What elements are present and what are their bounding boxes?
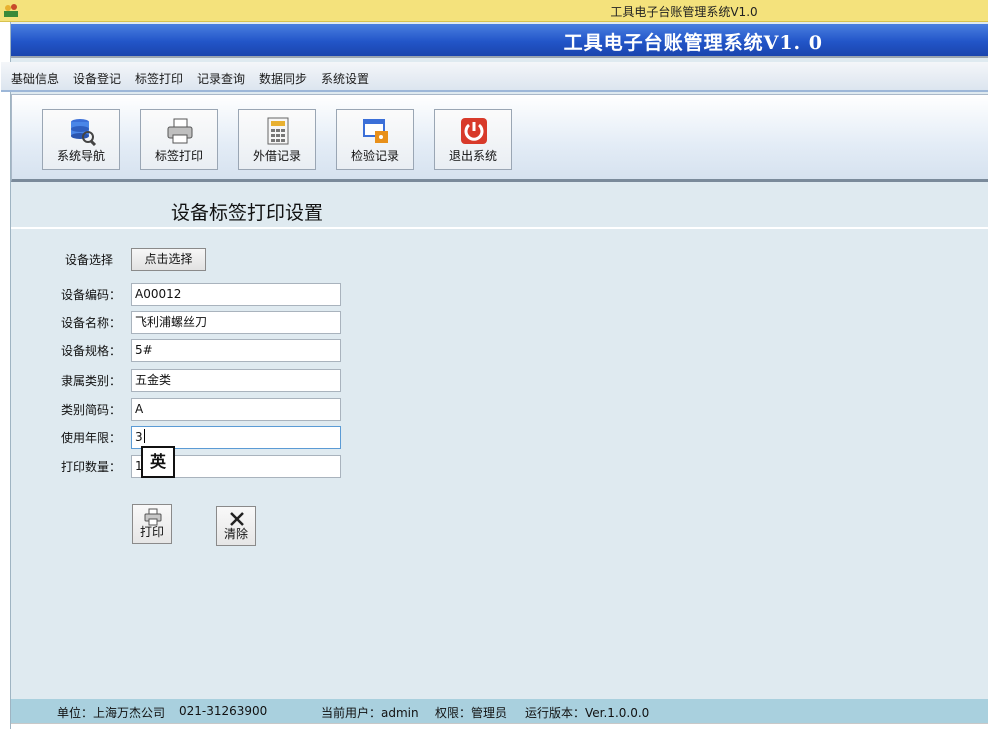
device-select-label: 设备选择: [65, 253, 114, 267]
exit-system-label: 退出系统: [448, 149, 497, 163]
window-box-icon: [363, 119, 388, 143]
status-unit: 单位：上海万杰公司: [57, 706, 166, 720]
menu-basic-info[interactable]: 基础信息: [11, 70, 59, 87]
text-caret: [143, 429, 145, 443]
menu-label-print[interactable]: 标签打印: [135, 70, 183, 87]
page-title: 设备标签打印设置: [171, 202, 324, 224]
category-label: 隶属类别：: [61, 374, 122, 388]
menu-device-register[interactable]: 设备登记: [73, 70, 121, 87]
menu-bar: 基础信息 设备登记 标签打印 记录查询 数据同步 系统设置: [1, 62, 988, 92]
database-search-icon: [71, 119, 97, 146]
calculator-icon: [267, 117, 289, 145]
loan-record-button[interactable]: 外借记录: [238, 109, 316, 170]
device-spec-input[interactable]: 5#: [131, 339, 341, 362]
window-title-bar: 工具电子台账管理系统V1.0: [0, 0, 988, 22]
category-code-label: 类别简码：: [61, 403, 122, 417]
service-life-label: 使用年限：: [61, 431, 122, 445]
inspection-record-label: 检验记录: [350, 149, 399, 163]
device-name-label: 设备名称：: [61, 316, 122, 330]
menu-data-sync[interactable]: 数据同步: [259, 70, 307, 87]
section-divider: [11, 227, 988, 229]
main-frame: 工具电子台账管理系统V1. 0 基础信息 设备登记 标签打印 记录查询 数据同步…: [1, 22, 988, 729]
category-code-input[interactable]: A: [131, 398, 341, 421]
service-life-value: 3: [135, 430, 143, 444]
ime-indicator: 英: [141, 446, 175, 478]
banner-title: 工具电子台账管理系统V1. 0: [563, 32, 823, 54]
print-button-label: 打印: [139, 525, 164, 539]
window-title: 工具电子台账管理系统V1.0: [610, 5, 758, 19]
banner: 工具电子台账管理系统V1. 0: [11, 24, 988, 58]
category-input[interactable]: 五金类: [131, 369, 341, 392]
status-user: 当前用户：admin: [321, 706, 419, 720]
inspection-record-button[interactable]: 检验记录: [336, 109, 414, 170]
device-spec-label: 设备规格：: [61, 344, 122, 358]
menu-record-query[interactable]: 记录查询: [197, 70, 245, 87]
status-role: 权限：管理员: [435, 706, 508, 720]
toolbar: 系统导航 标签打印 外借记录 检验记录 退出系统: [11, 94, 988, 182]
print-button[interactable]: 打印: [132, 504, 172, 544]
device-name-input[interactable]: 飞利浦螺丝刀: [131, 311, 341, 334]
status-bar: 单位：上海万杰公司 021-31263900 当前用户：admin 权限：管理员…: [11, 699, 988, 723]
label-print-label: 标签打印: [154, 149, 203, 163]
select-device-button[interactable]: 点击选择: [131, 248, 206, 271]
device-code-input[interactable]: A00012: [131, 283, 341, 306]
printer-icon: [167, 118, 193, 144]
system-nav-label: 系统导航: [56, 149, 105, 163]
system-nav-button[interactable]: 系统导航: [42, 109, 120, 170]
loan-record-label: 外借记录: [252, 149, 301, 163]
label-print-button[interactable]: 标签打印: [140, 109, 218, 170]
print-quantity-label: 打印数量：: [61, 460, 122, 474]
bottom-edge: [11, 723, 988, 729]
menu-system-settings[interactable]: 系统设置: [321, 70, 369, 87]
exit-system-button[interactable]: 退出系统: [434, 109, 512, 170]
power-icon: [461, 118, 487, 144]
clear-button-label: 清除: [223, 527, 248, 541]
device-code-label: 设备编码：: [61, 288, 122, 302]
status-version: 运行版本：Ver.1.0.0.0: [525, 706, 650, 720]
status-phone: 021-31263900: [179, 704, 268, 718]
clear-button[interactable]: 清除: [216, 506, 256, 546]
